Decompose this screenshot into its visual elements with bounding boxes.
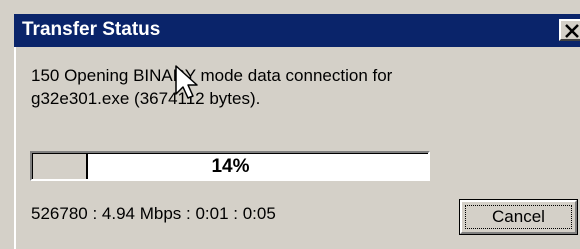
transfer-stats: 526780 : 4.94 Mbps : 0:01 : 0:05 bbox=[31, 204, 276, 223]
status-message-line-1: 150 Opening BINARY mode data connection … bbox=[31, 66, 393, 85]
mouse-pointer-icon bbox=[174, 64, 198, 105]
progress-percent-label: 14% bbox=[211, 156, 250, 177]
cancel-button[interactable]: Cancel bbox=[459, 199, 578, 235]
status-message-line-2: g32e301.exe (3674112 bytes). bbox=[31, 89, 261, 108]
transfer-status-dialog: Transfer Status 150 Opening BINARY mode … bbox=[0, 0, 580, 249]
progress-track: 14% bbox=[32, 153, 428, 179]
window-title: Transfer Status bbox=[22, 19, 161, 40]
window-frame-edge bbox=[14, 47, 16, 249]
title-bar[interactable]: Transfer Status bbox=[14, 14, 580, 47]
transfer-progress-bar: 14% bbox=[30, 151, 430, 181]
close-button[interactable] bbox=[559, 19, 580, 41]
cancel-button-label: Cancel bbox=[492, 207, 545, 226]
status-message: 150 Opening BINARY mode data connection … bbox=[31, 64, 551, 110]
